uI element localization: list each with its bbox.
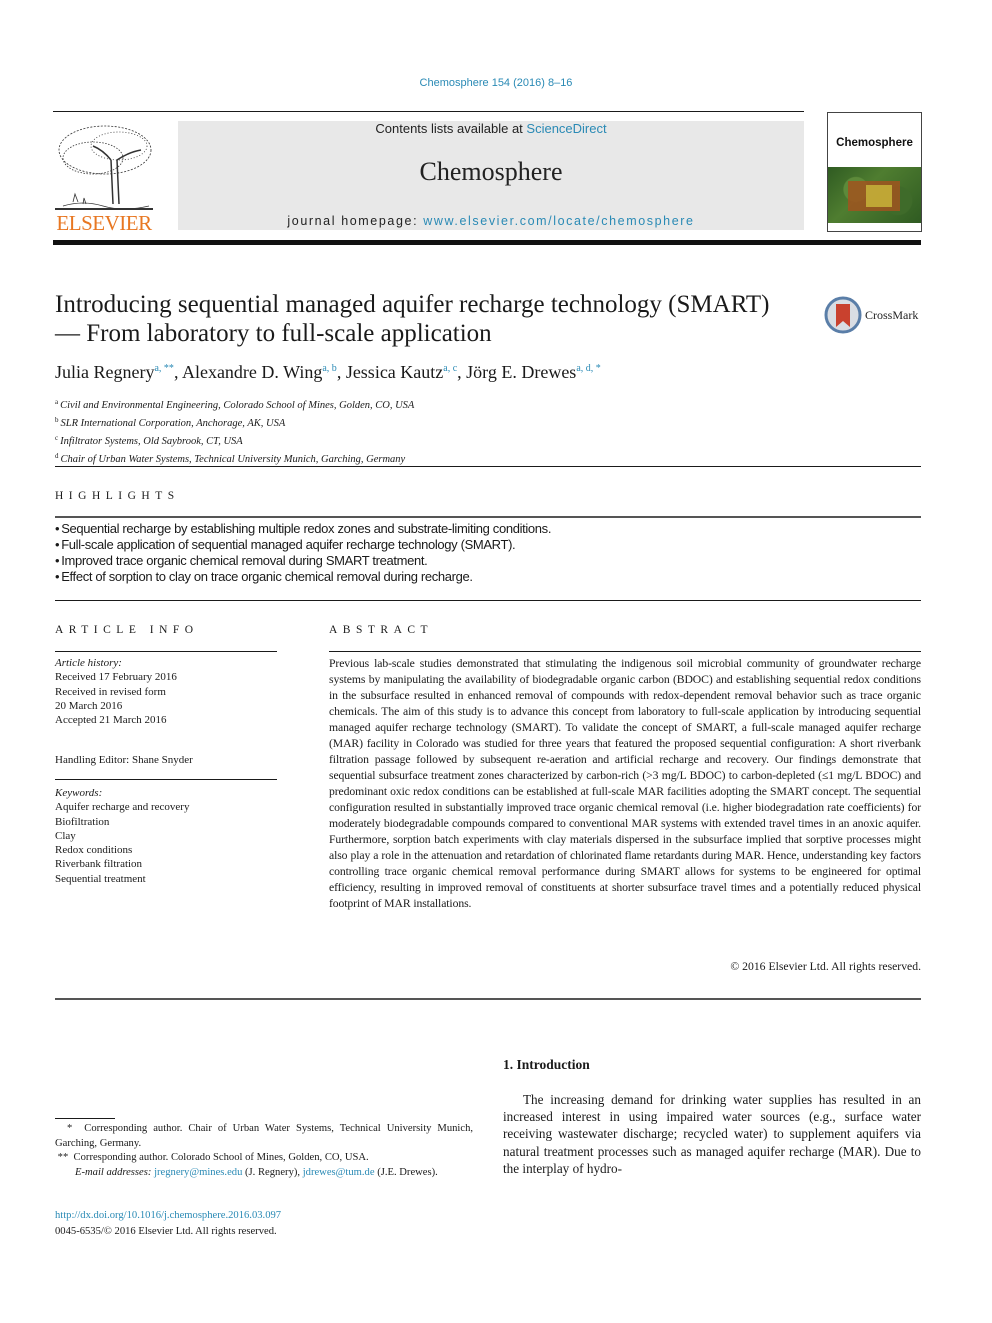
highlight-item: Effect of sorption to clay on trace orga… [55, 569, 915, 585]
header-thick-rule [53, 240, 921, 245]
cover-leaf-image [828, 167, 921, 223]
highlight-item: Improved trace organic chemical removal … [55, 553, 915, 569]
footnote-mark: * [66, 1123, 73, 1134]
footnote-emails: E-mail addresses: jregnery@mines.edu (J.… [55, 1166, 473, 1181]
highlights-list: Sequential recharge by establishing mult… [55, 521, 915, 585]
highlight-item: Full-scale application of sequential man… [55, 537, 915, 553]
email-label: E-mail addresses: [75, 1166, 152, 1178]
title-divider [55, 466, 921, 467]
abstract-heading: ABSTRACT [329, 624, 434, 636]
cover-title: Chemosphere [836, 137, 913, 149]
introduction-text: The increasing demand for drinking water… [503, 1092, 921, 1176]
article-title: Introducing sequential managed aquifer r… [55, 290, 815, 348]
abstract-text: Previous lab-scale studies demonstrated … [329, 657, 921, 910]
crossmark-button[interactable]: CrossMark [824, 296, 924, 336]
tree-icon [55, 125, 153, 210]
journal-citation[interactable]: Chemosphere 154 (2016) 8–16 [0, 77, 992, 89]
title-line-1: Introducing sequential managed aquifer r… [55, 291, 770, 318]
highlights-bottom-rule [55, 600, 921, 601]
issn-copyright: 0045-6535/© 2016 Elsevier Ltd. All right… [55, 1226, 277, 1237]
affiliation: c Infiltrator Systems, Old Saybrook, CT, … [55, 431, 655, 449]
footnotes: * Corresponding author. Chair of Urban W… [55, 1122, 473, 1180]
handling-editor: Handling Editor: Shane Snyder [55, 754, 193, 767]
affiliation-text: Civil and Environmental Engineering, Col… [60, 400, 415, 411]
highlights-heading: HIGHLIGHTS [55, 490, 180, 502]
keywords-rule [55, 779, 277, 780]
article-info-rule [55, 651, 277, 652]
email-owner: (J.E. Drewes). [377, 1166, 438, 1178]
footnote-text: Corresponding author. Chair of Urban Wat… [55, 1123, 474, 1149]
abstract-rule [329, 651, 921, 652]
contents-prefix: Contents lists available at [375, 121, 527, 136]
affiliation-mark: d [55, 452, 59, 460]
history-item: Received in revised form [55, 685, 166, 698]
article-history: Article history: Received 17 February 20… [55, 656, 277, 768]
footnote-rule [55, 1118, 115, 1119]
email-link-regnery[interactable]: jregnery@mines.edu [154, 1167, 242, 1178]
highlights-rule [55, 516, 921, 518]
affiliations: a Civil and Environmental Engineering, Co… [55, 395, 655, 467]
affiliation: a Civil and Environmental Engineering, Co… [55, 395, 655, 413]
author-marks[interactable]: a, ** [154, 363, 173, 374]
author-name[interactable]: Jessica Kautz [346, 362, 443, 382]
keywords-label: Keywords: [55, 787, 103, 799]
footnote-corresponding-1: * Corresponding author. Chair of Urban W… [55, 1122, 473, 1151]
sciencedirect-link[interactable]: ScienceDirect [526, 121, 606, 136]
contents-line: Contents lists available at ScienceDirec… [178, 121, 804, 136]
author[interactable]: Julia Regnerya, ** [55, 362, 174, 382]
history-item: Accepted 21 March 2016 [55, 714, 167, 727]
author-marks[interactable]: a, d, * [576, 363, 600, 374]
article-info-heading: ARTICLE INFO [55, 624, 199, 636]
homepage-prefix: journal homepage: [287, 214, 424, 228]
email-owner: (J. Regnery), [245, 1166, 301, 1178]
affiliation-mark: c [55, 434, 59, 442]
affiliation-text: Chair of Urban Water Systems, Technical … [60, 454, 406, 465]
keyword: Biofiltration [55, 815, 110, 828]
introduction-heading: 1. Introduction [503, 1057, 590, 1072]
author-list: Julia Regnerya, **, Alexandre D. Winga, … [55, 362, 601, 382]
affiliation-text: SLR International Corporation, Anchorage… [60, 418, 286, 429]
keywords: Keywords: Aquifer recharge and recovery … [55, 786, 277, 886]
journal-name: Chemosphere [419, 157, 563, 186]
affiliation: d Chair of Urban Water Systems, Technical… [55, 449, 655, 467]
author[interactable]: Alexandre D. Winga, b [182, 362, 337, 382]
cover-leaf-yellow [866, 185, 892, 207]
doi-link[interactable]: http://dx.doi.org/10.1016/j.chemosphere.… [55, 1210, 281, 1221]
keyword: Riverbank filtration [55, 858, 143, 871]
keyword: Aquifer recharge and recovery [55, 801, 190, 814]
keyword: Redox conditions [55, 844, 133, 857]
keyword: Sequential treatment [55, 872, 146, 885]
history-item: Received 17 February 2016 [55, 671, 177, 684]
abstract-bottom-rule [55, 998, 921, 1000]
header-rule [53, 111, 804, 112]
affiliation: b SLR International Corporation, Anchorag… [55, 413, 655, 431]
crossmark-icon [824, 296, 862, 334]
author-name[interactable]: Jörg E. Drewes [466, 362, 576, 382]
abstract-copyright: © 2016 Elsevier Ltd. All rights reserved… [730, 960, 921, 973]
homepage-line: journal homepage: www.elsevier.com/locat… [178, 214, 804, 228]
email-link-drewes[interactable]: jdrewes@tum.de [303, 1167, 375, 1178]
affiliation-mark: b [55, 416, 59, 424]
history-item: 20 March 2016 [55, 699, 123, 712]
keyword: Clay [55, 829, 76, 842]
author-name[interactable]: Alexandre D. Wing [182, 362, 322, 382]
affiliation-mark: a [55, 398, 59, 406]
author-name[interactable]: Julia Regnery [55, 362, 154, 382]
footnote-mark: ** [57, 1152, 69, 1163]
highlight-item: Sequential recharge by establishing mult… [55, 521, 915, 537]
author[interactable]: Jörg E. Drewesa, d, * [466, 362, 601, 382]
title-line-2: — From laboratory to full-scale applicat… [55, 320, 492, 347]
journal-cover-thumbnail[interactable]: Chemosphere [827, 112, 922, 232]
footnote-text: Corresponding author. Colorado School of… [73, 1152, 369, 1163]
author-marks[interactable]: a, c [443, 363, 457, 374]
crossmark-label: CrossMark [865, 308, 919, 322]
footnote-corresponding-2: ** Corresponding author. Colorado School… [55, 1151, 473, 1166]
elsevier-wordmark: ELSEVIER [56, 211, 152, 235]
history-label: Article history: [55, 657, 122, 669]
author-marks[interactable]: a, b [322, 363, 336, 374]
homepage-link[interactable]: www.elsevier.com/locate/chemosphere [423, 214, 694, 228]
author[interactable]: Jessica Kautza, c [346, 362, 457, 382]
affiliation-text: Infiltrator Systems, Old Saybrook, CT, U… [60, 436, 243, 447]
